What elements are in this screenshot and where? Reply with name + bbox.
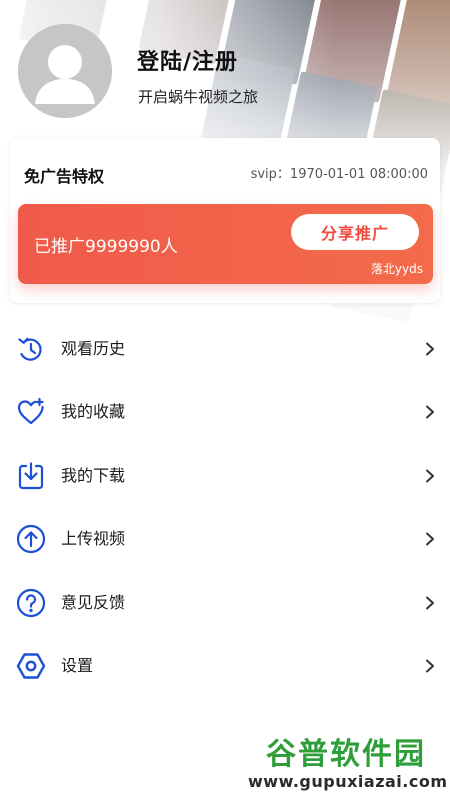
menu-item-downloads[interactable]: 我的下载 [0,444,450,508]
svip-expiry: svip：1970-01-01 08:00:00 [250,167,428,182]
privilege-title: 免广告特权 [24,167,105,186]
chevron-right-icon [426,469,434,483]
history-icon [15,333,47,365]
menu-item-feedback[interactable]: 意见反馈 [0,571,450,635]
chevron-right-icon [426,342,434,356]
settings-hexagon-icon [15,650,47,682]
menu-item-upload[interactable]: 上传视频 [0,508,450,572]
menu-item-settings[interactable]: 设置 [0,635,450,699]
chevron-right-icon [426,532,434,546]
privilege-card: 免广告特权 svip：1970-01-01 08:00:00 已推广999999… [10,138,440,303]
chevron-right-icon [426,596,434,610]
default-avatar-icon [18,24,112,118]
watermark-url: www.gupuxiazai.com [248,772,448,791]
chevron-right-icon [426,405,434,419]
menu-list: 观看历史 我的收藏 我的下载 上传视频 意见反馈 设置 [0,317,450,698]
menu-item-label: 我的收藏 [61,402,126,422]
menu-item-label: 观看历史 [61,338,126,358]
menu-item-label: 我的下载 [61,465,126,485]
promoted-count: 已推广9999990人 [34,237,178,257]
download-icon [15,460,47,492]
menu-item-label: 意见反馈 [61,592,126,612]
watermark-brand: 谷普软件园 [266,737,426,772]
feedback-question-icon [15,587,47,619]
chevron-right-icon [426,659,434,673]
login-subtitle: 开启蜗牛视频之旅 [138,88,259,106]
promotion-banner: 已推广9999990人 分享推广 落北yyds [18,204,433,284]
promo-note: 落北yyds [370,262,423,276]
upload-icon [15,523,47,555]
site-watermark: 谷普软件园 www.gupuxiazai.com [248,732,448,796]
avatar[interactable] [18,24,112,118]
menu-item-label: 上传视频 [61,529,126,549]
menu-item-history[interactable]: 观看历史 [0,317,450,381]
login-register-link[interactable]: 登陆/注册 [137,44,238,76]
menu-item-favorites[interactable]: 我的收藏 [0,381,450,445]
menu-item-label: 设置 [61,656,94,676]
share-promote-button[interactable]: 分享推广 [291,214,419,250]
favorite-heart-icon [15,396,47,428]
